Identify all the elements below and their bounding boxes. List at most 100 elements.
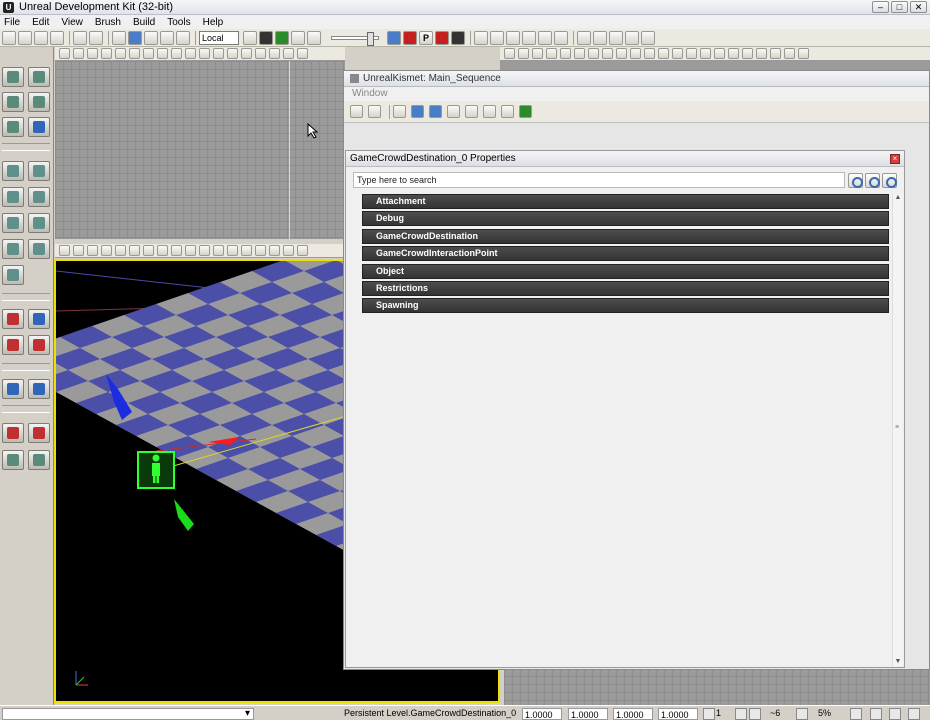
drag-grid-z[interactable]: 1.0000 [613,708,653,720]
lock-icon[interactable] [213,245,224,256]
linear-stairs-brush-icon[interactable] [2,213,24,233]
bottom-right-viewport[interactable] [504,668,930,705]
scroll-up-icon[interactable]: ▲ [894,194,902,202]
light-complexity-icon[interactable] [602,48,613,59]
undo-icon[interactable] [73,30,87,45]
detail-lighting-icon[interactable] [574,48,585,59]
curve-icon[interactable] [447,105,460,118]
menu-brush[interactable]: Brush [95,17,121,28]
category-object[interactable]: Object [362,263,889,279]
csg-intersect-icon[interactable] [2,335,24,355]
category-attachment[interactable]: Attachment [362,194,889,209]
property-search-input[interactable]: Type here to search [353,172,845,188]
game-view-icon[interactable] [644,48,655,59]
autosave-icon[interactable] [870,708,882,720]
texture-align-icon[interactable] [2,117,24,137]
rotate-icon[interactable] [144,30,158,45]
category-gamecrowdinteractionpoint[interactable]: GameCrowdInteractionPoint [362,246,889,262]
wrench-icon[interactable] [501,105,514,118]
stop-icon[interactable] [490,30,504,45]
scroll-down-icon[interactable]: ▼ [894,658,902,666]
menu-view[interactable]: View [61,17,83,28]
volume-icon[interactable] [2,379,24,399]
light-complexity-icon[interactable] [157,48,168,59]
scroll-grip-icon[interactable]: ≡ [895,424,901,431]
lit-icon[interactable] [115,245,126,256]
lit-icon[interactable] [560,48,571,59]
drag-grid-w[interactable]: 1.0000 [658,708,698,720]
tool-icon[interactable] [506,30,520,45]
bulb-icon[interactable] [465,105,478,118]
detail-lighting-icon[interactable] [129,48,140,59]
actor-icon[interactable] [714,48,725,59]
menu-help[interactable]: Help [203,17,224,28]
menu-file[interactable]: File [4,17,20,28]
eye-icon[interactable] [227,48,238,59]
shader-complexity-icon[interactable] [630,48,641,59]
kismet-icon[interactable] [275,30,289,45]
geometry-mode-icon[interactable] [28,67,50,87]
cursor-icon[interactable] [112,30,126,45]
menu-tools[interactable]: Tools [167,17,190,28]
redo-icon[interactable] [89,30,103,45]
translate-icon[interactable] [128,30,142,45]
viewport-type-icon[interactable] [73,48,84,59]
category-debug[interactable]: Debug [362,211,889,227]
actor-icon[interactable] [728,48,739,59]
drag-grid-x[interactable]: 1.0000 [522,708,562,720]
unlit-icon[interactable] [546,48,557,59]
category-restrictions[interactable]: Restrictions [362,280,889,296]
build-geometry-icon[interactable] [387,30,401,45]
kismet-menu-window[interactable]: Window [344,87,929,101]
menu-build[interactable]: Build [133,17,155,28]
close-icon[interactable]: × [890,154,900,164]
lock-icon[interactable] [658,48,669,59]
category-gamecrowddestination[interactable]: GameCrowdDestination [362,228,889,244]
sheet-brush-icon[interactable] [28,213,50,233]
add-volume-icon[interactable] [28,379,50,399]
minimize-button[interactable]: – [872,1,889,13]
kismet-icon[interactable] [519,105,532,118]
parent-sequence-icon[interactable] [350,105,363,118]
lock-icon[interactable] [213,48,224,59]
tool-icon[interactable] [522,30,536,45]
wireframe-icon[interactable] [87,245,98,256]
tool-icon[interactable] [609,30,623,45]
texture-density-icon[interactable] [616,48,627,59]
build-lighting-icon[interactable] [403,30,417,45]
preferences-icon[interactable] [850,708,862,720]
search-icon[interactable] [483,105,496,118]
cylinder-brush-icon[interactable] [28,187,50,207]
actor-icon[interactable] [798,48,809,59]
viewport-type-icon[interactable] [73,245,84,256]
sphere-brush-icon[interactable] [28,239,50,259]
wireframe-icon[interactable] [87,48,98,59]
rename-sequence-icon[interactable] [368,105,381,118]
texture-density-icon[interactable] [171,48,182,59]
viewport-options-icon[interactable] [59,245,70,256]
scale-icon[interactable] [160,30,174,45]
viewport-options-icon[interactable] [504,48,515,59]
show-selected-icon[interactable] [2,450,24,470]
shader-complexity-icon[interactable] [185,48,196,59]
lock-icon[interactable] [865,173,880,188]
actor-icon[interactable] [297,48,308,59]
source-control-icon[interactable] [889,708,901,720]
coordinate-space-select[interactable]: Local [199,30,239,45]
matinee-icon[interactable] [291,30,305,45]
light-complexity-icon[interactable] [157,245,168,256]
tool-icon[interactable] [625,30,639,45]
deselect-icon[interactable] [28,423,50,443]
binoculars-icon[interactable] [243,30,257,45]
command-combo[interactable] [2,707,254,720]
new-icon[interactable] [2,30,16,45]
actor-icon[interactable] [255,48,266,59]
top-ortho-viewport[interactable] [55,61,345,239]
game-view-icon[interactable] [199,48,210,59]
search-icon[interactable] [848,173,863,188]
rotation-snap-icon[interactable] [735,708,747,720]
category-spawning[interactable]: Spawning [362,298,889,314]
sound-icon[interactable] [307,30,321,45]
filter-icon[interactable] [411,105,424,118]
content-browser-icon[interactable] [259,30,273,45]
